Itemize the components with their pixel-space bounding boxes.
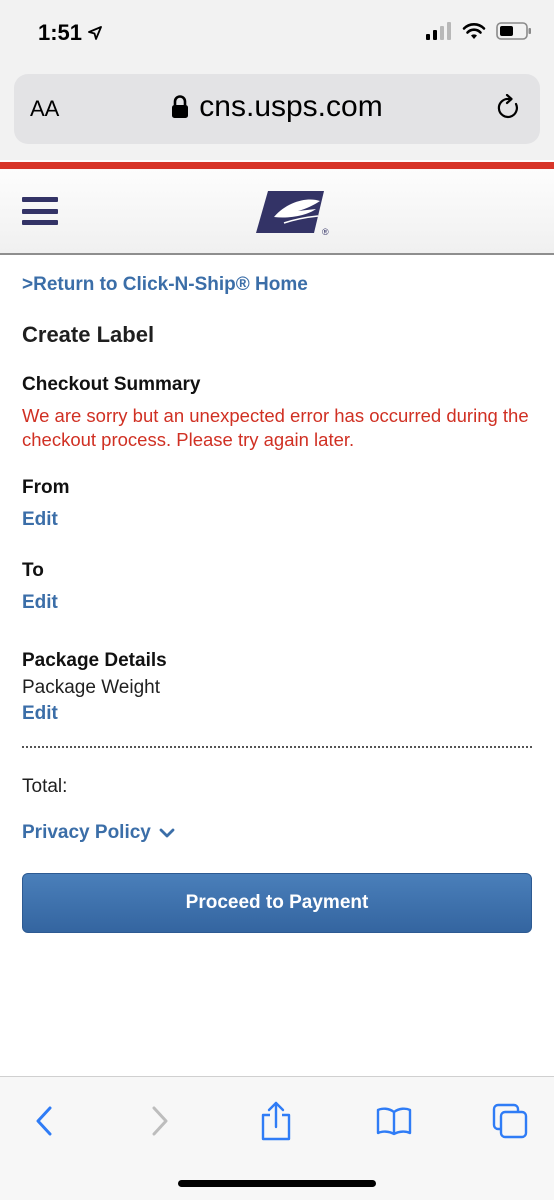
total-label: Total: — [22, 776, 68, 797]
location-arrow-icon — [88, 26, 102, 40]
usps-eagle-logo[interactable]: ® — [254, 189, 336, 237]
browser-address-area: AA cns.usps.com — [0, 68, 554, 160]
chevron-down-icon — [159, 828, 175, 838]
forward-button[interactable] — [138, 1099, 182, 1143]
lock-icon — [172, 95, 189, 118]
share-button[interactable] — [254, 1099, 298, 1143]
checkout-error-message: We are sorry but an unexpected error has… — [22, 405, 529, 450]
share-icon — [261, 1101, 291, 1141]
home-indicator[interactable] — [178, 1180, 376, 1187]
cellular-signal-icon — [426, 22, 451, 40]
package-details-heading: Package Details — [22, 650, 167, 671]
address-bar[interactable]: AA cns.usps.com — [14, 74, 540, 144]
time-text: 1:51 — [38, 20, 83, 45]
back-button[interactable] — [22, 1099, 66, 1143]
status-bar: 1:51 — [0, 0, 554, 68]
checkout-summary-heading: Checkout Summary — [22, 374, 201, 395]
url-text: cns.usps.com — [199, 90, 383, 123]
privacy-policy-toggle[interactable]: Privacy Policy — [22, 822, 175, 844]
forward-arrow-icon — [152, 1106, 168, 1136]
from-heading: From — [22, 477, 70, 498]
package-weight-label: Package Weight — [22, 677, 161, 698]
from-edit-link[interactable]: Edit — [22, 509, 58, 531]
tabs-icon — [492, 1103, 528, 1139]
battery-icon — [496, 22, 531, 40]
svg-text:®: ® — [322, 227, 329, 237]
url-display[interactable]: cns.usps.com — [14, 90, 540, 124]
package-edit-link[interactable]: Edit — [22, 703, 58, 725]
page-title: Create Label — [22, 322, 155, 347]
to-heading: To — [22, 560, 44, 581]
wifi-icon — [462, 23, 486, 39]
bookmarks-button[interactable] — [372, 1099, 416, 1143]
divider — [22, 746, 532, 748]
tabs-button[interactable] — [488, 1099, 532, 1143]
reload-icon[interactable] — [496, 94, 522, 122]
brand-stripe — [0, 162, 554, 169]
bookmarks-icon — [376, 1107, 412, 1136]
return-home-link[interactable]: >Return to Click-N-Ship® Home — [22, 274, 308, 296]
to-edit-link[interactable]: Edit — [22, 592, 58, 614]
site-header: ® — [0, 169, 554, 255]
status-icons — [426, 22, 532, 40]
proceed-to-payment-button[interactable]: Proceed to Payment — [22, 873, 532, 933]
hamburger-menu-icon[interactable] — [22, 197, 58, 225]
privacy-policy-label: Privacy Policy — [22, 822, 151, 843]
status-time: 1:51 — [38, 20, 102, 46]
back-arrow-icon — [36, 1106, 52, 1136]
